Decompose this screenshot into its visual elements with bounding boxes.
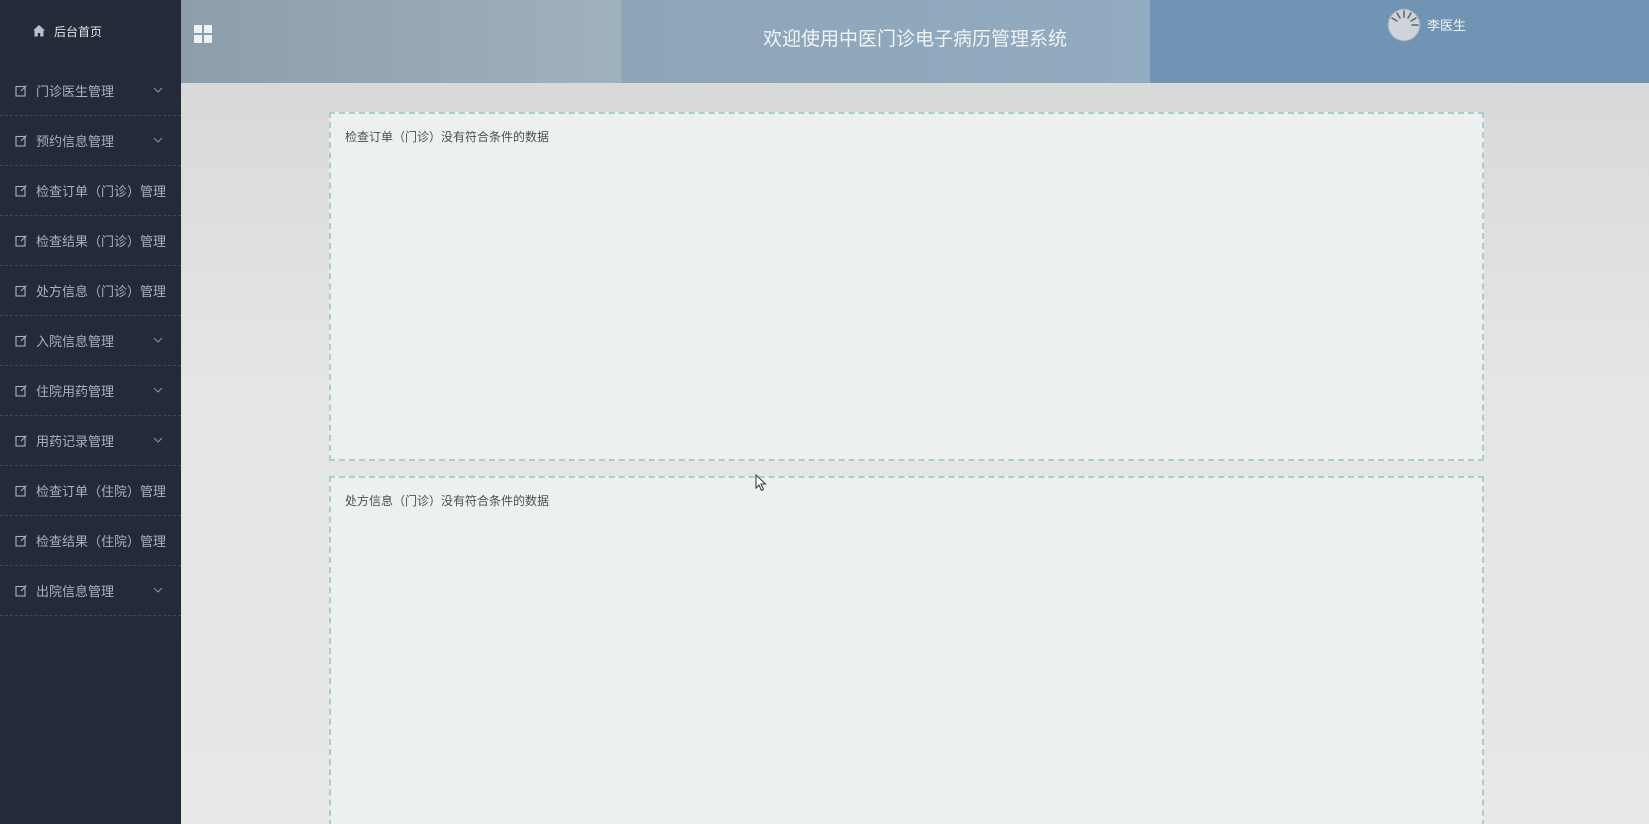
sidebar-menu-label: 检查结果（住院）管理	[36, 535, 167, 550]
edit-icon	[15, 535, 27, 547]
edit-icon	[15, 85, 27, 97]
sidebar-menu-item[interactable]: 用药记录管理	[0, 416, 181, 466]
main-content: 检查订单（门诊）没有符合条件的数据 处方信息（门诊）没有符合条件的数据	[181, 83, 1649, 824]
sidebar-menu-item[interactable]: 检查结果（门诊）管理	[0, 216, 181, 266]
edit-icon	[15, 185, 27, 197]
chevron-down-icon	[153, 337, 163, 343]
sidebar-menu-label: 检查订单（住院）管理	[36, 485, 167, 500]
chevron-down-icon	[153, 137, 163, 143]
sidebar-menu-label: 预约信息管理	[36, 135, 115, 150]
sidebar-menu-item[interactable]: 出院信息管理	[0, 566, 181, 616]
sidebar-menu-label: 住院用药管理	[36, 385, 115, 400]
edit-icon	[15, 585, 27, 597]
edit-icon	[15, 285, 27, 297]
sidebar-menu-item[interactable]: 检查结果（住院）管理	[0, 516, 181, 566]
mouse-cursor-icon	[755, 474, 767, 492]
sidebar-menu-item[interactable]: 预约信息管理	[0, 116, 181, 166]
sidebar-menu-label: 处方信息（门诊）管理	[36, 285, 167, 300]
outpatient-prescription-panel: 处方信息（门诊）没有符合条件的数据	[329, 476, 1484, 824]
sidebar-home-link[interactable]: 后台首页	[0, 0, 181, 62]
panel-empty-message: 处方信息（门诊）没有符合条件的数据	[345, 494, 550, 508]
sidebar: 后台首页 门诊医生管理 预约信息管理检查订单（门诊）管理 检查结果（门诊）管理 处方信…	[0, 0, 181, 824]
chevron-down-icon	[153, 587, 163, 593]
top-header: 欢迎使用中医门诊电子病历管理系统 李医生	[181, 0, 1649, 83]
edit-icon	[15, 135, 27, 147]
avatar[interactable]	[1387, 8, 1421, 42]
edit-icon	[15, 235, 27, 247]
home-icon	[33, 25, 45, 37]
user-info[interactable]: 李医生	[1387, 8, 1466, 42]
sidebar-home-label: 后台首页	[54, 24, 103, 39]
sidebar-menu: 门诊医生管理 预约信息管理检查订单（门诊）管理 检查结果（门诊）管理 处方信息（门诊）…	[0, 66, 181, 616]
sidebar-menu-item[interactable]: 住院用药管理	[0, 366, 181, 416]
sidebar-menu-label: 出院信息管理	[36, 585, 115, 600]
sidebar-menu-item[interactable]: 入院信息管理	[0, 316, 181, 366]
edit-icon	[15, 485, 27, 497]
user-name: 李医生	[1427, 18, 1467, 34]
edit-icon	[15, 435, 27, 447]
panel-empty-message: 检查订单（门诊）没有符合条件的数据	[345, 130, 550, 144]
sidebar-menu-label: 入院信息管理	[36, 335, 115, 350]
sidebar-menu-item[interactable]: 处方信息（门诊）管理	[0, 266, 181, 316]
sidebar-menu-item[interactable]: 检查订单（住院）管理	[0, 466, 181, 516]
chevron-down-icon	[153, 387, 163, 393]
sidebar-menu-item[interactable]: 门诊医生管理	[0, 66, 181, 116]
sidebar-menu-label: 用药记录管理	[36, 435, 115, 450]
chevron-down-icon	[153, 87, 163, 93]
chevron-down-icon	[153, 437, 163, 443]
edit-icon	[15, 335, 27, 347]
sidebar-menu-label: 检查结果（门诊）管理	[36, 235, 167, 250]
edit-icon	[15, 385, 27, 397]
outpatient-exam-order-panel: 检查订单（门诊）没有符合条件的数据	[329, 112, 1484, 461]
sidebar-menu-item[interactable]: 检查订单（门诊）管理	[0, 166, 181, 216]
sidebar-menu-label: 检查订单（门诊）管理	[36, 185, 167, 200]
sidebar-menu-label: 门诊医生管理	[36, 85, 115, 100]
